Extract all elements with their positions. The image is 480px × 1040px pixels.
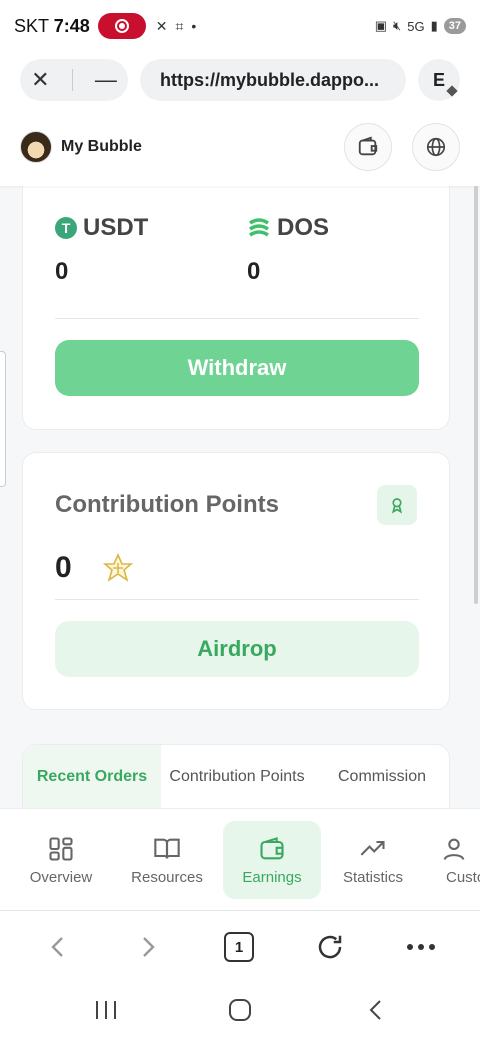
book-icon [154,838,180,859]
system-back-button[interactable] [356,994,396,1026]
screen-record-indicator[interactable] [97,13,146,39]
browser-toolbar: 1 [0,910,480,980]
token-usdt: T USDT [55,214,148,242]
trend-icon [360,840,385,856]
5g-signal-icon: 5G [407,18,425,34]
side-drawer-handle[interactable] [0,351,6,487]
cast-icon: ▣ [374,18,388,33]
wallet-icon [358,136,378,156]
status-time: 7:48 [53,15,90,36]
scrollbar[interactable] [474,186,478,604]
badge-button[interactable] [377,485,417,525]
home-button[interactable] [220,994,260,1026]
nav-overview[interactable]: Overview [12,821,110,899]
contribution-card: Contribution Points 0 Airdrop [22,452,450,710]
status-bar: SKT 7:48 ✕ ⌗ • ▣ 🔇︎ 5G ▮ 37 [0,0,480,52]
chevron-right-icon [143,937,155,957]
wallet-button[interactable] [344,123,392,171]
divider [55,318,419,319]
back-button[interactable] [36,925,80,969]
app-title: My Bubble [61,138,142,155]
menu-button[interactable] [399,925,443,969]
profile-button[interactable]: E [418,59,460,101]
nav-label: Statistics [342,868,403,886]
token-name: USDT [83,214,149,241]
dos-icon [249,218,269,237]
app-header: My Bubble [0,108,480,186]
more-icon [407,944,435,950]
nav-label: Overview [29,868,93,886]
avatar[interactable] [20,131,52,163]
usdt-icon: T [55,217,77,239]
web-page: My Bubble T USDT 0 DOS 0 Withdraw Contri… [0,108,480,910]
tab-controls: ✕ — [20,59,128,101]
balance-card: T USDT 0 DOS 0 Withdraw [22,158,450,430]
token-dos: DOS [247,214,329,242]
recents-icon [96,1001,116,1019]
tab-recent-orders[interactable]: Recent Orders [23,745,161,809]
chevron-left-icon [51,937,63,957]
pinwheel-icon: ✕ [155,17,168,34]
nav-label: Earnings [242,868,302,886]
token-value: 0 [55,258,69,285]
grid-icon [49,836,73,861]
divider [71,69,73,91]
globe-icon [426,137,446,157]
close-tab-icon[interactable]: ✕ [31,67,49,93]
wallet-icon [260,836,284,859]
nav-custom[interactable]: Custo [430,821,480,899]
system-navigation [0,980,480,1040]
divider [55,599,419,600]
browser-address-bar: ✕ — https://mybubble.dappo... E [0,52,480,108]
notification-icons: ✕ ⌗ • [156,18,197,35]
language-button[interactable] [412,123,460,171]
reload-icon [318,935,342,959]
contribution-value: 0 [55,551,72,584]
nav-earnings[interactable]: Earnings [223,821,321,899]
back-icon [369,1000,381,1020]
contribution-title: Contribution Points [55,491,279,518]
system-icons: ▣ 🔇︎ 5G ▮ 37 [375,18,466,34]
airdrop-button[interactable]: Airdrop [55,621,419,677]
nav-resources[interactable]: Resources [118,821,216,899]
tab-commission[interactable]: Commission [313,745,451,809]
url-field[interactable]: https://mybubble.dappo... [140,59,406,101]
more-dot-icon: • [191,18,197,34]
reload-button[interactable] [308,925,352,969]
user-icon [443,838,465,860]
minimize-icon[interactable]: — [95,67,117,93]
bottom-navigation: Overview Resources Earnings Statistics C… [0,808,480,910]
carrier-name: SKT [14,15,49,36]
nav-label: Resources [131,868,203,886]
screenshot-icon: ⌗ [175,17,184,34]
status-carrier: SKT 7:48 [14,16,90,37]
orders-tabs: Recent Orders Contribution Points Commis… [23,745,451,809]
award-icon [391,498,403,514]
withdraw-button[interactable]: Withdraw [55,340,419,396]
forward-button[interactable] [126,925,170,969]
star-icon [103,553,133,582]
tabs-button[interactable]: 1 [217,925,261,969]
token-name: DOS [277,214,330,241]
recent-apps-button[interactable] [86,994,126,1026]
nav-label: Custo [446,868,480,886]
tab-contribution-points[interactable]: Contribution Points [161,745,313,809]
record-icon [114,19,129,33]
mute-icon: 🔇︎ [393,18,402,33]
signal-icon: ▮ [430,18,438,33]
tab-count: 1 [224,932,254,962]
nav-statistics[interactable]: Statistics [324,821,422,899]
home-icon [229,999,251,1021]
token-value: 0 [247,258,261,285]
battery-icon: 37 [443,18,466,34]
